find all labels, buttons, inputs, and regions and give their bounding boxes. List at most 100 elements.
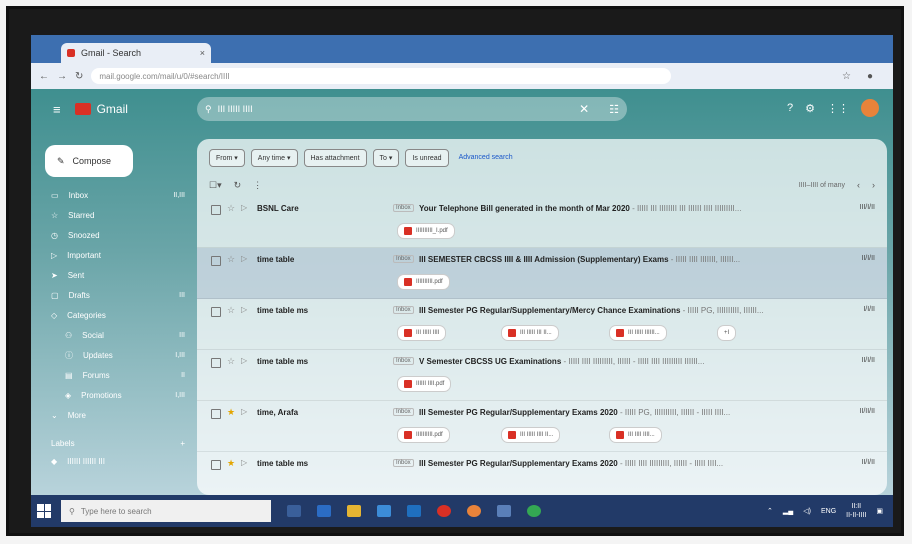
attachment-chip[interactable]: III IIIII IIIIII... (609, 325, 667, 341)
apps-grid-icon[interactable]: ⋮⋮ (827, 102, 849, 115)
language-indicator[interactable]: ENG (821, 508, 836, 515)
clear-search-icon[interactable]: ✕ (579, 102, 589, 116)
star-icon[interactable]: ☆ (227, 356, 235, 367)
store-icon[interactable] (377, 505, 391, 517)
attachment-name: III IIIII IIII (416, 330, 440, 336)
important-marker-icon[interactable]: ▷ (241, 254, 247, 263)
more-vert-icon[interactable]: ⋮ (253, 180, 262, 191)
sidebar-item-label: IIIIII IIIIII III (67, 456, 105, 466)
advanced-search-link[interactable]: Advanced search (459, 149, 513, 165)
main-menu-icon[interactable]: ≡ (53, 102, 61, 117)
sidebar-item-updates[interactable]: ⓘ Updates I,III (41, 345, 191, 365)
prev-page-icon[interactable]: ‹ (857, 180, 860, 190)
tray-up-arrow-icon[interactable]: ⌃ (767, 507, 773, 515)
important-marker-icon[interactable]: ▷ (241, 356, 247, 365)
system-clock[interactable]: II:II II-II-IIII (846, 502, 866, 520)
account-avatar[interactable] (861, 99, 879, 117)
attachment-chip[interactable]: IIIIIIIIII_I.pdf (397, 223, 455, 239)
mail-search-bar[interactable]: ⚲ III IIIII IIII ✕ ☷ (197, 97, 627, 121)
mail-row[interactable]: ☆ ▷ time table Inbox III SEMESTER CBCSS … (197, 248, 887, 299)
select-all-checkbox[interactable]: ☐▾ (209, 180, 222, 191)
star-icon[interactable]: ★ (227, 458, 235, 469)
compose-button[interactable]: ✎ Compose (45, 145, 133, 177)
star-icon[interactable]: ☆ (227, 254, 235, 265)
notification-icon[interactable]: ▣ (876, 507, 883, 515)
add-label-button[interactable]: + (180, 439, 185, 448)
important-marker-icon[interactable]: ▷ (241, 203, 247, 212)
next-page-icon[interactable]: › (872, 180, 875, 190)
filter-chip-from[interactable]: From ▾ (209, 149, 245, 167)
attachment-chip[interactable]: III IIII IIII... (609, 427, 662, 443)
star-icon[interactable]: ☆ (227, 305, 235, 316)
help-icon[interactable]: ? (787, 102, 793, 114)
filter-chip-to[interactable]: To ▾ (372, 149, 400, 167)
sidebar-item-snoozed[interactable]: ◷ Snoozed (41, 225, 191, 245)
search-options-icon[interactable]: ☷ (609, 103, 619, 116)
bookmark-star-icon[interactable]: ☆ (842, 71, 851, 82)
attachment-chip[interactable]: IIIIIIIIII.pdf (397, 274, 450, 290)
attachment-chip[interactable]: IIIIII IIII.pdf (397, 376, 452, 392)
address-bar[interactable]: mail.google.com/mail/u/0/#search/IIII (91, 68, 672, 84)
filter-chip-is-unread[interactable]: Is unread (405, 149, 449, 167)
mail-row[interactable]: ☆ ▷ time table ms Inbox III Semester PG … (197, 299, 887, 350)
sidebar-item-forums[interactable]: ▤ Forums II (41, 365, 191, 385)
settings-gear-icon[interactable]: ⚙ (805, 102, 815, 115)
attachment-chip[interactable]: III IIIII III II... (501, 325, 559, 341)
mail-row[interactable]: ☆ ▷ time table ms Inbox V Semester CBCSS… (197, 350, 887, 401)
row-checkbox[interactable] (211, 307, 221, 317)
star-icon: ☆ (51, 210, 59, 220)
profile-icon[interactable]: ● (867, 71, 873, 82)
star-icon[interactable]: ☆ (227, 203, 235, 214)
mail-row[interactable]: ★ ▷ time, Arafa Inbox III Semester PG Re… (197, 401, 887, 452)
row-checkbox[interactable] (211, 256, 221, 266)
row-checkbox[interactable] (211, 460, 221, 470)
chrome-alt-icon[interactable] (527, 505, 541, 517)
important-marker-icon[interactable]: ▷ (241, 305, 247, 314)
sidebar-item-categories[interactable]: ◇ Categories (41, 305, 191, 325)
back-arrow-icon[interactable]: ← (39, 71, 49, 82)
sidebar-item-sent[interactable]: ➤ Sent (41, 265, 191, 285)
search-icon[interactable]: ⚲ (205, 104, 212, 115)
gmail-logo[interactable]: Gmail (74, 102, 128, 116)
sidebar-item-inbox[interactable]: ▭ Inbox II,III (41, 185, 191, 205)
attachment-chip[interactable]: IIIIIIIIII.pdf (397, 427, 450, 443)
mail-row[interactable]: ☆ ▷ BSNL Care Inbox Your Telephone Bill … (197, 197, 887, 248)
sidebar-item-promotions[interactable]: ◈ Promotions I,III (41, 385, 191, 405)
important-marker-icon[interactable]: ▷ (241, 458, 247, 467)
file-explorer-icon[interactable] (347, 505, 361, 517)
filter-chip-has-attachment[interactable]: Has attachment (303, 149, 367, 167)
sidebar-item-starred[interactable]: ☆ Starred (41, 205, 191, 225)
star-icon[interactable]: ★ (227, 407, 235, 418)
row-checkbox[interactable] (211, 409, 221, 419)
tab-close-button[interactable]: × (200, 48, 205, 58)
more-attachments-chip[interactable]: +I (717, 325, 737, 341)
important-marker-icon[interactable]: ▷ (241, 407, 247, 416)
refresh-icon[interactable]: ↻ (234, 180, 242, 191)
sidebar-item-drafts[interactable]: ▢ Drafts III (41, 285, 191, 305)
chrome-icon[interactable] (437, 505, 451, 517)
attachment-chip[interactable]: III IIIII IIII (397, 325, 447, 341)
row-checkbox[interactable] (211, 205, 221, 215)
forward-arrow-icon[interactable]: → (57, 71, 67, 82)
mail-row[interactable]: ★ ▷ time table ms Inbox III Semester PG … (197, 452, 887, 495)
filter-chip-any-time[interactable]: Any time ▾ (250, 149, 298, 167)
firefox-icon[interactable] (467, 505, 481, 517)
reload-icon[interactable]: ↻ (75, 71, 83, 82)
network-icon[interactable]: ▂▄ (783, 507, 793, 515)
sidebar-item-important[interactable]: ▷ Important (41, 245, 191, 265)
task-view-icon[interactable] (287, 505, 301, 517)
pdf-icon (616, 329, 624, 337)
taskbar-search-box[interactable]: ⚲ Type here to search (61, 500, 271, 522)
attachment-chip[interactable]: III IIIII IIII II... (501, 427, 561, 443)
app-icon[interactable] (497, 505, 511, 517)
windows-start-icon[interactable] (37, 504, 51, 518)
sidebar-label-item[interactable]: ◆ IIIIII IIIIII III (41, 451, 191, 471)
volume-icon[interactable]: ◁) (803, 507, 811, 515)
mail-app-icon[interactable] (407, 505, 421, 517)
row-checkbox[interactable] (211, 358, 221, 368)
edge-icon[interactable] (317, 505, 331, 517)
sidebar-item-more[interactable]: ⌄ More (41, 405, 191, 425)
sidebar-item-social[interactable]: ⚇ Social III (41, 325, 191, 345)
taskbar-search-placeholder: Type here to search (80, 506, 152, 516)
browser-tab[interactable]: Gmail - Search × (61, 43, 211, 63)
